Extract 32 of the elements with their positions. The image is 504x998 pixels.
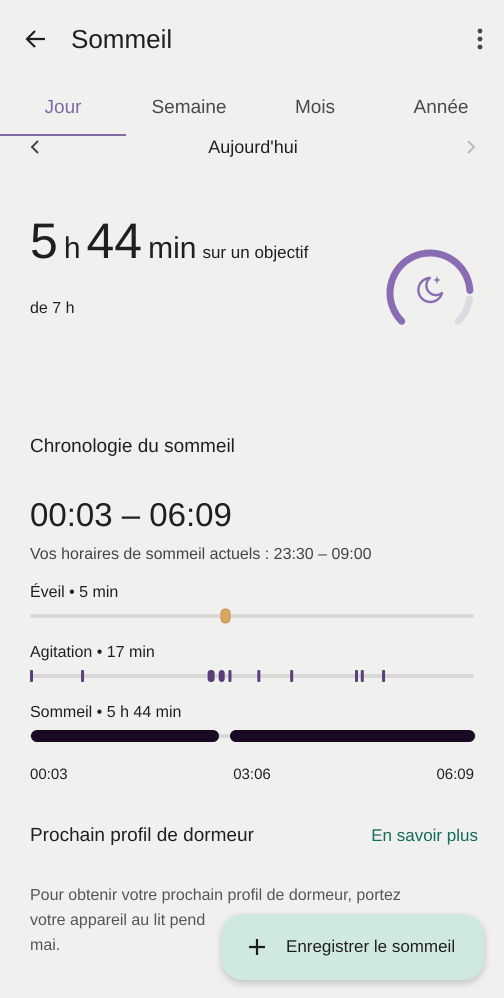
plus-icon: [248, 938, 266, 956]
stage-label: Agitation • 17 min: [30, 643, 156, 662]
tab[interactable]: Année: [378, 78, 504, 136]
back-icon[interactable]: [24, 29, 46, 49]
tab[interactable]: Jour: [0, 78, 126, 136]
description-line: votre appareil au lit pend: [30, 911, 206, 931]
axis-label: 00:03: [30, 766, 68, 783]
goal-text: de 7 h: [30, 300, 76, 318]
record-sleep-button[interactable]: Enregistrer le sommeil: [222, 914, 484, 980]
tab[interactable]: Mois: [252, 78, 378, 136]
axis-label: 03:06: [233, 766, 271, 783]
more-options-icon[interactable]: [477, 28, 483, 50]
date-label: Aujourd'hui: [208, 136, 298, 158]
learn-more-link[interactable]: En savoir plus: [371, 826, 478, 846]
section-title: Prochain profil de dormeur: [30, 825, 254, 847]
previous-icon[interactable]: [30, 140, 40, 154]
description-line: mai.: [30, 936, 60, 956]
sleep-time-range: 00:03 – 06:09: [29, 495, 233, 534]
page-title: Sommeil: [71, 24, 174, 54]
goal-text: sur un objectif: [202, 243, 308, 263]
stage-label: Sommeil • 5 h 44 min: [30, 703, 182, 722]
axis-label: 06:09: [436, 766, 474, 783]
stage-label: Éveil • 5 min: [30, 582, 120, 602]
hours-unit: h: [64, 232, 80, 266]
description-line: Pour obtenir votre prochain profil de dormeur, portez: [30, 886, 401, 906]
duration-minutes: 44: [86, 212, 142, 270]
minutes-unit: min: [148, 232, 196, 266]
tab[interactable]: Semaine: [126, 78, 252, 136]
section-title: Chronologie du sommeil: [29, 435, 236, 458]
sleep-schedule: Vos horaires de sommeil actuels : 23:30 – 09:00: [29, 545, 373, 564]
moon-icon: [417, 276, 444, 304]
duration-hours: 5: [30, 212, 58, 270]
